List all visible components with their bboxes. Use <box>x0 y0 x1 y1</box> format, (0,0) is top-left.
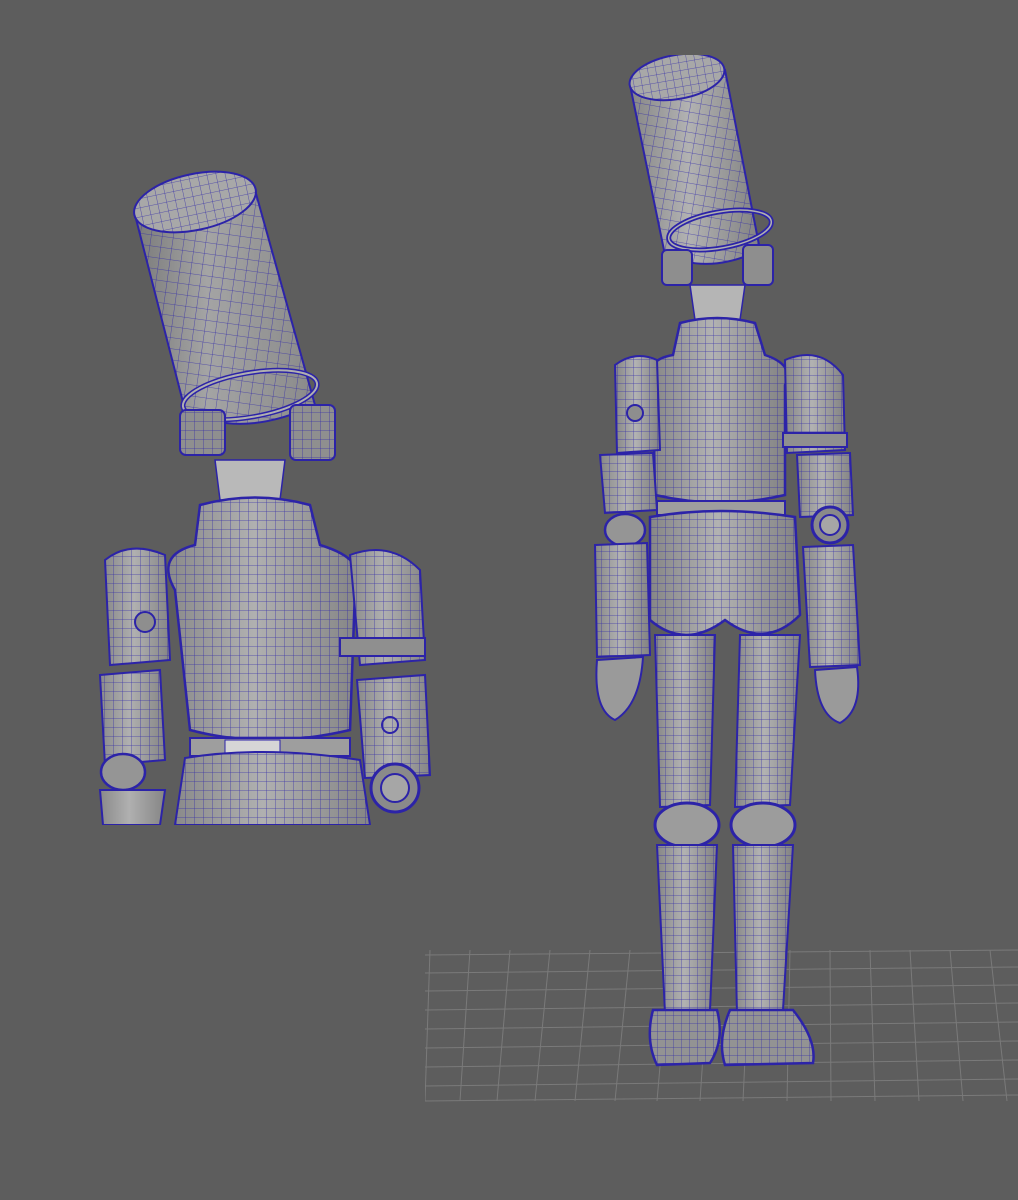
closeup-render-panel <box>95 160 440 825</box>
full-body-character-render <box>425 55 1018 1102</box>
full-body-render-panel <box>425 55 1018 1105</box>
top-hat-full <box>628 55 774 321</box>
torso-back <box>167 496 372 825</box>
left-arm <box>98 547 172 825</box>
closeup-character-render <box>98 170 432 825</box>
top-hat <box>133 170 320 425</box>
maya-viewport[interactable] <box>0 0 1018 1200</box>
floor-grid <box>425 949 1018 1102</box>
torso-full <box>648 316 802 637</box>
